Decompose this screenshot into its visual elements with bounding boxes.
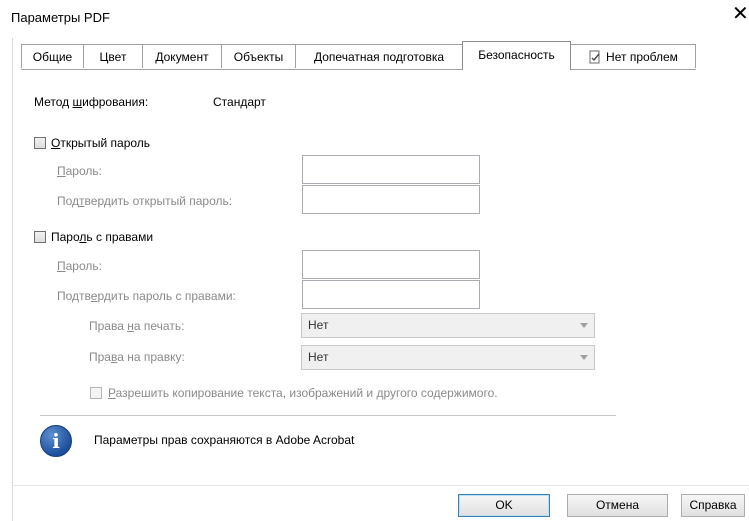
encryption-method-value: Стандарт <box>213 95 266 109</box>
open-password-confirm-label: Подтвердить открытый пароль: <box>57 194 233 208</box>
info-text: Параметры прав сохраняются в Adobe Acrob… <box>94 433 355 447</box>
ok-button[interactable]: OK <box>458 494 550 517</box>
print-rights-value: Нет <box>308 318 329 332</box>
tab-no-problems[interactable]: Нет проблем <box>570 44 696 68</box>
print-rights-label: Права на печать: <box>89 319 185 333</box>
tab-color[interactable]: Цвет <box>83 44 143 68</box>
permissions-password-label[interactable]: Пароль с правами <box>51 230 153 244</box>
allow-copy-checkbox[interactable] <box>90 387 102 399</box>
edit-rights-value: Нет <box>308 350 329 364</box>
edit-rights-label: Права на правку: <box>89 350 185 364</box>
cancel-button[interactable]: Отмена <box>567 494 668 517</box>
allow-copy-label[interactable]: Разрешить копирование текста, изображени… <box>108 386 498 400</box>
open-password-label[interactable]: Открытый пароль <box>51 136 150 150</box>
print-rights-select[interactable]: Нет <box>301 313 595 338</box>
tab-objects[interactable]: Объекты <box>221 44 296 68</box>
tab-document[interactable]: Документ <box>142 44 222 68</box>
open-password-confirm-input[interactable] <box>302 185 480 214</box>
permissions-password-field-label: Пароль: <box>57 259 102 273</box>
permissions-password-confirm-input[interactable] <box>302 280 480 309</box>
chevron-down-icon <box>580 323 588 328</box>
encryption-method-label: Метод шифрования: <box>34 95 149 109</box>
tab-prepress[interactable]: Допечатная подготовка <box>295 44 463 68</box>
tab-general[interactable]: Общие <box>21 44 84 68</box>
chevron-down-icon <box>580 355 588 360</box>
info-icon: i <box>40 425 72 457</box>
button-bar-divider <box>13 485 749 486</box>
permissions-password-confirm-label: Подтвердить пароль с правами: <box>57 289 236 303</box>
close-icon[interactable]: ✕ <box>732 3 749 25</box>
permissions-password-checkbox[interactable] <box>34 231 46 243</box>
open-password-field-label: Пароль: <box>57 164 102 178</box>
tab-security[interactable]: Безопасность <box>462 41 571 70</box>
permissions-password-input[interactable] <box>302 250 480 279</box>
separator <box>40 415 616 416</box>
open-password-input[interactable] <box>302 155 480 184</box>
open-password-checkbox[interactable] <box>34 137 46 149</box>
help-button[interactable]: Справка <box>681 494 745 517</box>
window-title: Параметры PDF <box>11 10 110 25</box>
edit-rights-select[interactable]: Нет <box>301 345 595 370</box>
tab-baseline <box>21 69 696 70</box>
dialog-left-border <box>12 38 13 521</box>
